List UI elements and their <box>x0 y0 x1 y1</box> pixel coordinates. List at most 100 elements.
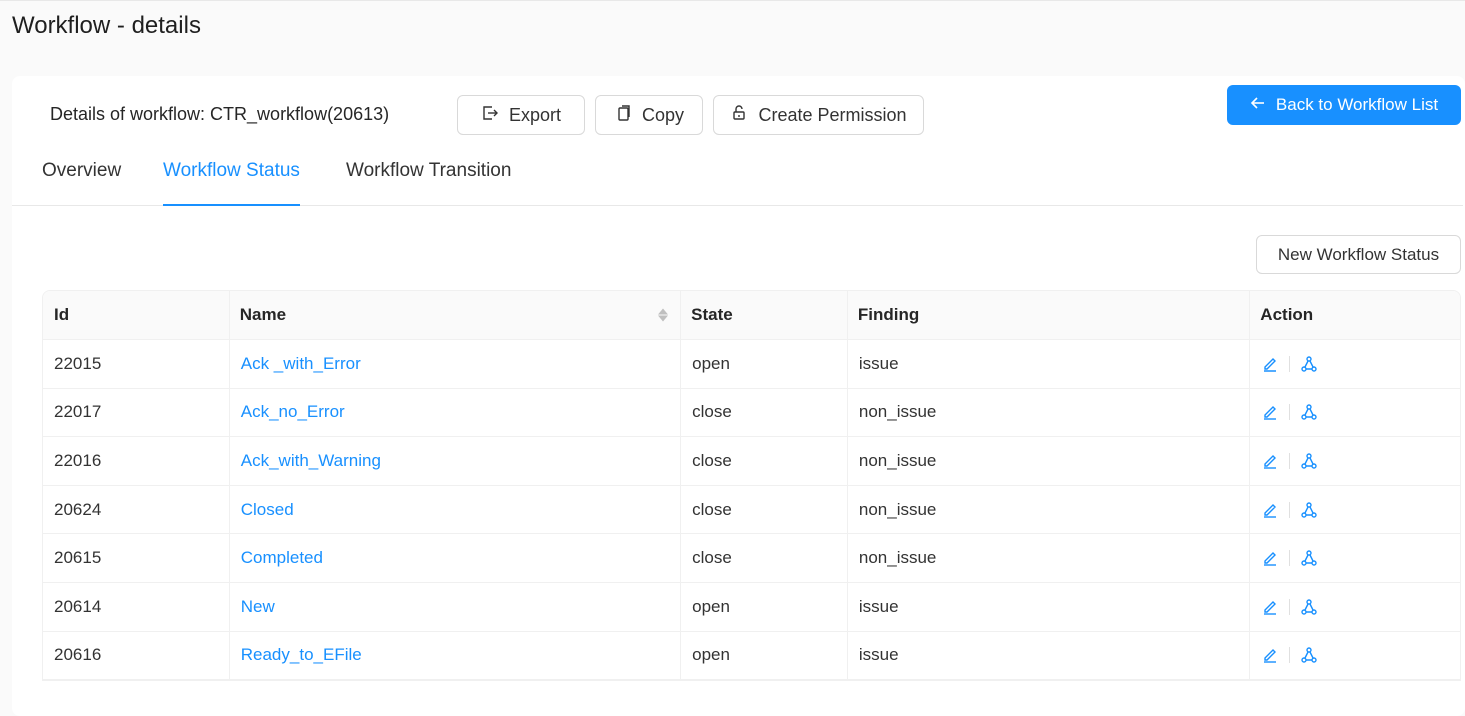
cell-finding: non_issue <box>846 388 1249 437</box>
edit-icon[interactable] <box>1261 501 1279 519</box>
create-permission-button[interactable]: Create Permission <box>713 95 924 135</box>
status-name-link[interactable]: Ready_to_EFile <box>241 645 362 665</box>
edit-icon[interactable] <box>1261 646 1279 664</box>
cell-finding: issue <box>846 582 1249 631</box>
table-row: 22015 Ack _with_Error open issue <box>43 340 1460 389</box>
workflow-status-table: Id Name State Finding Action 22015 Ack _w… <box>42 290 1461 682</box>
cell-name: Ack _with_Error <box>228 340 680 388</box>
cell-finding: non_issue <box>846 437 1249 485</box>
cell-id: 20616 <box>54 645 102 665</box>
cell-id: 22017 <box>54 402 102 422</box>
export-button[interactable]: Export <box>457 95 585 135</box>
back-to-workflow-list-button[interactable]: Back to Workflow List <box>1227 85 1461 125</box>
tab-bar: Overview Workflow Status Workflow Transi… <box>12 148 1463 206</box>
cell-name: Ack_no_Error <box>228 388 680 437</box>
copy-button[interactable]: Copy <box>595 95 703 135</box>
cell-name: New <box>228 582 680 631</box>
nodes-icon[interactable] <box>1300 355 1318 373</box>
cell-name: Completed <box>228 534 680 582</box>
cell-finding: issue <box>846 631 1249 680</box>
edit-icon[interactable] <box>1261 403 1279 421</box>
column-header-id: Id <box>54 305 70 324</box>
cell-id: 20615 <box>54 548 102 568</box>
cell-state: close <box>680 534 847 582</box>
table-row: 20624 Closed close non_issue <box>43 485 1460 535</box>
nodes-icon[interactable] <box>1300 598 1318 616</box>
tab-overview[interactable]: Overview <box>42 160 121 206</box>
copy-icon <box>614 104 632 127</box>
sort-icon[interactable] <box>658 308 669 322</box>
nodes-icon[interactable] <box>1300 646 1318 664</box>
lock-icon <box>730 104 748 127</box>
column-header-state: State <box>680 291 847 339</box>
table-row: 20616 Ready_to_EFile open issue <box>43 631 1460 681</box>
arrow-left-icon <box>1250 95 1266 116</box>
action-divider <box>1289 647 1291 664</box>
nodes-icon[interactable] <box>1300 403 1318 421</box>
cell-id: 20624 <box>54 499 102 519</box>
cell-state: open <box>680 582 847 631</box>
table-row: 22017 Ack_no_Error close non_issue <box>43 388 1460 438</box>
column-header-action: Action <box>1249 291 1460 339</box>
cell-name: Ready_to_EFile <box>228 631 680 680</box>
column-header-name[interactable]: Name <box>228 291 680 339</box>
action-divider <box>1289 404 1291 421</box>
cell-id: 20614 <box>54 596 102 616</box>
edit-icon[interactable] <box>1261 598 1279 616</box>
cell-state: open <box>680 340 847 388</box>
cell-action <box>1249 388 1460 437</box>
status-name-link[interactable]: Ack_no_Error <box>241 402 345 422</box>
cell-state: open <box>680 631 847 680</box>
column-header-name-label: Name <box>239 305 287 324</box>
export-icon <box>481 104 499 127</box>
column-header-finding: Finding <box>846 291 1249 339</box>
top-divider <box>0 0 1465 1</box>
cell-action <box>1249 485 1460 534</box>
action-divider <box>1289 452 1291 469</box>
cell-action <box>1249 631 1460 680</box>
create-permission-label: Create Permission <box>758 104 907 125</box>
cell-action <box>1249 340 1460 388</box>
nodes-icon[interactable] <box>1300 549 1318 567</box>
tab-workflow-transition[interactable]: Workflow Transition <box>346 160 511 206</box>
back-label: Back to Workflow List <box>1275 95 1439 114</box>
nodes-icon[interactable] <box>1300 501 1318 519</box>
nodes-icon[interactable] <box>1300 452 1318 470</box>
tab-workflow-status[interactable]: Workflow Status <box>163 160 300 206</box>
cell-name: Closed <box>228 485 680 534</box>
status-name-link[interactable]: Completed <box>241 548 323 568</box>
table-header-row: Id Name State Finding Action <box>43 291 1460 340</box>
cell-action <box>1249 437 1460 485</box>
cell-finding: issue <box>846 340 1249 388</box>
cell-state: close <box>680 388 847 437</box>
cell-state: close <box>680 485 847 534</box>
status-name-link[interactable]: New <box>241 597 275 617</box>
table-body: 22015 Ack _with_Error open issue 22017 Ack_no… <box>43 340 1460 681</box>
export-label: Export <box>508 104 562 125</box>
page-title: Workflow - details <box>12 12 201 39</box>
cell-action <box>1249 534 1460 582</box>
cell-finding: non_issue <box>846 485 1249 534</box>
edit-icon[interactable] <box>1261 549 1279 567</box>
status-name-link[interactable]: Ack_with_Warning <box>241 451 381 471</box>
table-row: 20614 New open issue <box>43 582 1460 632</box>
cell-action <box>1249 582 1460 631</box>
workflow-details-label: Details of workflow: CTR_workflow(20613) <box>50 104 390 124</box>
cell-finding: non_issue <box>846 534 1249 582</box>
edit-icon[interactable] <box>1261 355 1279 373</box>
status-name-link[interactable]: Closed <box>241 500 294 520</box>
table-row: 20615 Completed close non_issue <box>43 534 1460 583</box>
cell-name: Ack_with_Warning <box>228 437 680 485</box>
action-divider <box>1289 550 1291 567</box>
action-divider <box>1289 598 1291 615</box>
edit-icon[interactable] <box>1261 452 1279 470</box>
action-divider <box>1289 501 1291 518</box>
status-name-link[interactable]: Ack _with_Error <box>241 354 361 374</box>
cell-id: 22015 <box>54 353 102 373</box>
cell-state: close <box>680 437 847 485</box>
action-divider <box>1289 355 1291 372</box>
new-workflow-status-button[interactable]: New Workflow Status <box>1256 235 1461 274</box>
copy-label: Copy <box>641 104 685 125</box>
cell-id: 22016 <box>54 450 102 470</box>
table-row: 22016 Ack_with_Warning close non_issue <box>43 437 1460 486</box>
